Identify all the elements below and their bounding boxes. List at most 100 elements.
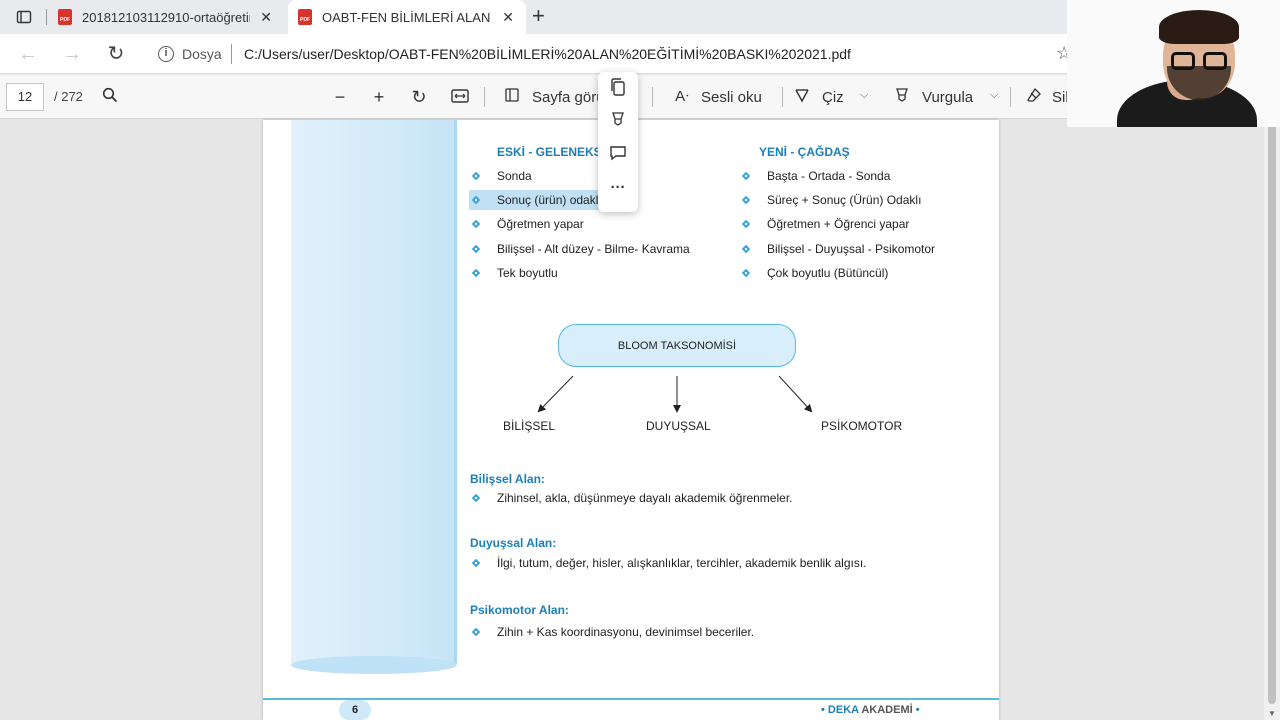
diamond-bullet-icon [471, 244, 481, 254]
list-item-text: Bilişsel - Alt düzey - Bilme- Kavrama [497, 242, 690, 256]
read-aloud-button[interactable]: Sesli oku [701, 89, 762, 106]
copy-icon[interactable] [608, 78, 628, 98]
diamond-bullet-icon [471, 268, 481, 278]
url-field[interactable]: C:/Users/user/Desktop/OABT-FEN%20BİLİMLE… [244, 46, 851, 62]
brand-name-2: AKADEMİ [861, 704, 913, 716]
highlight-button[interactable]: Vurgula [922, 89, 973, 106]
old-heading: ESKİ - GELENEKS [497, 145, 602, 159]
page-total: / 272 [54, 89, 83, 104]
section-item: İlgi, tutum, değer, hisler, alışkanlıkla… [471, 553, 867, 573]
list-item-selected[interactable]: Sonuç (ürün) odakl [469, 190, 599, 210]
toolbar-separator [484, 87, 485, 107]
section-text: Zihin + Kas koordinasyonu, devinimsel be… [497, 625, 755, 639]
more-icon[interactable]: ··· [608, 178, 628, 198]
presenter-hair [1159, 10, 1239, 44]
list-item-text: Başta - Ortada - Sonda [767, 169, 891, 183]
address-separator [231, 44, 232, 64]
comment-icon[interactable] [608, 145, 628, 165]
zoom-out-icon[interactable]: − [330, 85, 350, 109]
list-item: Tek boyutlu [471, 263, 558, 283]
highlighter-icon[interactable] [608, 111, 628, 131]
section-title: Bilişsel Alan: [470, 472, 545, 486]
reload-icon[interactable]: ↻ [104, 42, 128, 66]
brand-dot: • [915, 704, 920, 716]
diagram-node-duyussal: DUYUŞSAL [646, 419, 711, 433]
page-number-input[interactable]: 12 [6, 83, 44, 111]
highlighter-icon[interactable] [892, 85, 912, 109]
forward-arrow-icon[interactable]: → [60, 42, 84, 66]
tab-actions-icon[interactable] [10, 6, 38, 28]
back-arrow-icon[interactable]: ← [16, 42, 40, 66]
list-item-text: Tek boyutlu [497, 266, 558, 280]
rotate-icon[interactable]: ↻ [409, 85, 429, 109]
tab-title: 201812103112910-ortaöğretim_ [82, 9, 250, 25]
list-item: Bilişsel - Alt düzey - Bilme- Kavrama [471, 239, 690, 259]
list-item-text: Süreç + Sonuç (Ürün) Odaklı [767, 193, 922, 207]
search-icon[interactable] [100, 85, 120, 109]
close-tab-icon[interactable]: ✕ [260, 9, 272, 26]
section-item: Zihinsel, akla, düşünmeye dayalı akademi… [471, 488, 793, 508]
fit-width-icon[interactable] [450, 85, 470, 109]
page-view-button[interactable]: Sayfa görü [532, 89, 605, 106]
vertical-scrollbar[interactable]: ▲ ▼ [1264, 120, 1280, 720]
scroll-thumb[interactable] [1268, 124, 1276, 704]
arrow-to-psikomotor [778, 375, 813, 413]
diamond-bullet-icon [471, 171, 481, 181]
diagram-root-node: BLOOM TAKSONOMİSİ [558, 324, 796, 367]
pdf-file-icon [58, 9, 72, 25]
diamond-bullet-icon [741, 244, 751, 254]
diagram-node-bilissel: BİLİŞSEL [503, 419, 556, 433]
brand-footer: • DEKA AKADEMİ • [821, 704, 920, 716]
brand-name-1: DEKA [827, 704, 859, 716]
close-tab-icon[interactable]: ✕ [502, 9, 514, 26]
tab-pdf-2-active[interactable]: OABT-FEN BİLİMLERİ ALAN EĞİTİ ✕ [288, 0, 526, 34]
list-item: Öğretmen + Öğrenci yapar [741, 214, 909, 234]
info-icon[interactable]: i [158, 46, 174, 62]
section-item: Zihin + Kas koordinasyonu, devinimsel be… [471, 622, 754, 642]
webcam-overlay [1067, 0, 1280, 127]
selection-menu: ··· [598, 72, 638, 212]
diamond-bullet-icon [471, 558, 481, 568]
diamond-bullet-icon [741, 219, 751, 229]
decorative-sidebar-cap [291, 656, 457, 674]
diamond-bullet-icon [471, 219, 481, 229]
zoom-in-icon[interactable]: + [369, 85, 389, 109]
tab-separator [46, 9, 47, 25]
list-item-text: Öğretmen yapar [497, 217, 584, 231]
read-aloud-icon[interactable]: Aᐧ [672, 85, 692, 109]
tab-title: OABT-FEN BİLİMLERİ ALAN EĞİTİ [322, 9, 494, 25]
scroll-down-icon[interactable]: ▼ [1268, 709, 1276, 718]
eraser-icon[interactable] [1024, 85, 1044, 109]
diamond-bullet-icon [741, 171, 751, 181]
list-item: Öğretmen yapar [471, 214, 584, 234]
diamond-bullet-icon [471, 627, 481, 637]
toolbar-separator [1010, 87, 1011, 107]
list-item: Çok boyutlu (Bütüncül) [741, 263, 888, 283]
list-item: Bilişsel - Duyuşsal - Psikomotor [741, 239, 935, 259]
arrow-to-bilissel [537, 375, 574, 413]
list-item-text: Sonuç (ürün) odakl [497, 193, 599, 207]
pdf-file-icon [298, 9, 312, 25]
decorative-sidebar [291, 120, 457, 668]
diagram-node-psikomotor: PSİKOMOTOR [821, 419, 903, 433]
list-item: Süreç + Sonuç (Ürün) Odaklı [741, 190, 921, 210]
draw-button[interactable]: Çiz [822, 89, 844, 106]
chevron-down-icon[interactable]: ⌵ [860, 89, 868, 102]
list-item-text: Çok boyutlu (Bütüncül) [767, 266, 889, 280]
diamond-bullet-icon [741, 268, 751, 278]
page-view-icon[interactable] [502, 85, 522, 109]
chevron-down-icon[interactable]: ⌵ [990, 89, 998, 102]
new-tab-button[interactable]: + [532, 4, 545, 28]
section-title: Duyuşsal Alan: [470, 536, 557, 550]
section-text: Zihinsel, akla, düşünmeye dayalı akademi… [497, 491, 793, 505]
list-item: Başta - Ortada - Sonda [741, 166, 890, 186]
brand-dot: • [821, 704, 825, 716]
footer-line [263, 698, 999, 700]
toolbar-separator [782, 87, 783, 107]
toolbar-separator [652, 87, 653, 107]
pdf-viewer: ESKİ - GELENEKS YENİ - ÇAĞDAŞ Sonda Sonu… [0, 120, 1280, 720]
list-item: Sonda [471, 166, 532, 186]
list-item-text: Sonda [497, 169, 532, 183]
draw-icon[interactable] [792, 85, 812, 109]
tab-pdf-1[interactable]: 201812103112910-ortaöğretim_ ✕ [48, 0, 284, 34]
